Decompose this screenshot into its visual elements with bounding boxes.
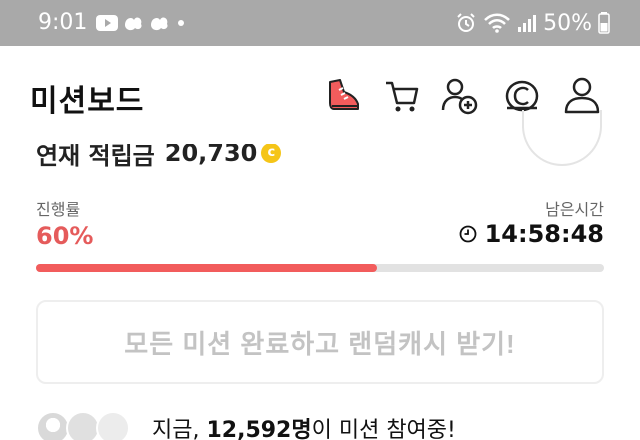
participants-suffix: 이 미션 참여중!: [311, 418, 456, 440]
decorative-arc: [522, 110, 602, 166]
earned-amount: 20,730: [164, 139, 258, 167]
status-bar: 9:01 50%: [0, 0, 640, 46]
dot-icon: [178, 20, 184, 26]
sneaker-icon[interactable]: [324, 76, 364, 116]
status-notification-icons: [96, 12, 188, 34]
progress-label: 진행률: [36, 200, 81, 219]
earned-points: 연재 적립금 20,730 c: [36, 139, 282, 170]
earned-label: 연재 적립금: [36, 141, 155, 170]
status-system-icons: 50%: [455, 10, 610, 36]
avatar: [66, 411, 100, 440]
youtube-icon: [96, 15, 118, 31]
progress-bar-fill: [36, 264, 377, 272]
signal-icon: [518, 15, 537, 32]
progress-value: 60%: [36, 222, 94, 250]
clock-icon: [459, 225, 477, 243]
remaining-time-label: 남은시간: [545, 200, 604, 219]
participants-count: 12,592명: [206, 418, 312, 440]
participants-text: 지금, 12,592명이 미션 참여중!: [152, 412, 456, 440]
progress-bar: [36, 264, 604, 272]
coin-icon: c: [261, 144, 282, 163]
remaining-time: 14:58:48: [459, 220, 604, 248]
cart-icon[interactable]: [382, 76, 422, 116]
wifi-icon: [484, 13, 510, 33]
page-title: 미션보드: [30, 84, 145, 119]
avatar: [96, 411, 130, 440]
avatar-stack: [36, 411, 142, 440]
battery-icon: [598, 12, 610, 34]
remaining-time-value: 14:58:48: [484, 220, 604, 248]
cloud-check-icon: [151, 17, 168, 31]
battery-percent: 50%: [543, 10, 592, 36]
avatar: [36, 411, 70, 440]
participants-prefix: 지금,: [152, 418, 207, 440]
status-time: 9:01: [38, 10, 88, 35]
random-cash-button[interactable]: 모든 미션 완료하고 랜덤캐시 받기!: [36, 300, 604, 384]
add-friend-icon[interactable]: [440, 76, 480, 116]
cloud-check-icon: [125, 17, 142, 31]
alarm-icon: [457, 13, 475, 32]
participants-row: 지금, 12,592명이 미션 참여중!: [36, 408, 616, 440]
